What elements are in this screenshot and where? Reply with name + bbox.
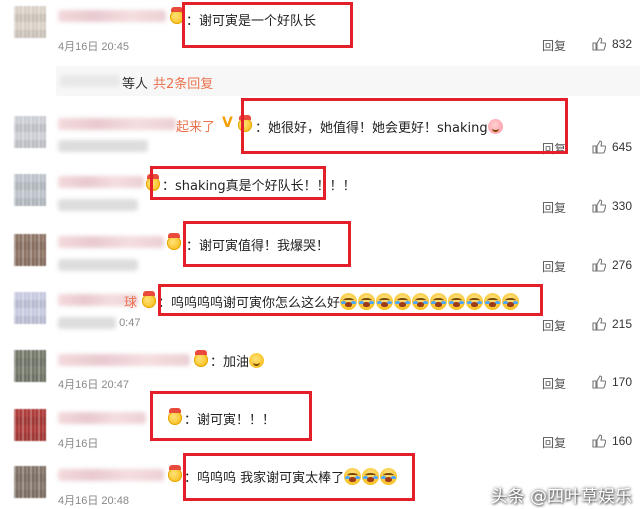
smile-emoji-icon [249, 353, 265, 368]
comment-text: ：加油 [210, 351, 265, 370]
vip-badge-icon [194, 350, 208, 367]
like-count: 645 [612, 140, 633, 154]
like-count: 215 [612, 317, 633, 331]
avatar[interactable] [14, 174, 46, 206]
username[interactable] [58, 10, 166, 22]
sub-reply-link[interactable]: 共2条回复 [153, 73, 213, 92]
highlight-box [182, 2, 353, 48]
username[interactable] [58, 469, 164, 481]
vip-badge-icon [167, 233, 181, 250]
avatar[interactable] [14, 116, 46, 148]
timestamp: 4月16日 20:45 [58, 41, 129, 53]
highlight-box [158, 284, 543, 316]
avatar[interactable] [14, 292, 46, 324]
avatar[interactable] [14, 350, 46, 382]
like-count: 832 [612, 37, 633, 51]
thumbs-up-icon[interactable] [592, 37, 606, 51]
avatar[interactable] [14, 234, 46, 266]
username[interactable] [58, 412, 146, 424]
timestamp: 4月16日 20:48 [58, 495, 129, 507]
sub-replies-bar[interactable]: 等人 共2条回复 [56, 66, 640, 96]
like-count: 170 [612, 375, 633, 389]
username[interactable] [58, 236, 164, 248]
timestamp [58, 259, 138, 274]
like-count: 330 [612, 199, 633, 213]
comment-row: ：加油 4月16日 20:47 回复 170 [0, 344, 640, 400]
thumbs-up-icon[interactable] [592, 258, 606, 272]
sub-reply-users [60, 75, 120, 87]
vip-badge-icon [142, 291, 156, 308]
sub-reply-prefix: 等人 [122, 77, 149, 92]
avatar[interactable] [14, 466, 46, 498]
thumbs-up-icon[interactable] [592, 140, 606, 154]
timestamp [58, 140, 148, 155]
highlight-box [183, 221, 351, 267]
thumbs-up-icon[interactable] [592, 375, 606, 389]
highlight-box [183, 453, 415, 501]
reply-button[interactable]: 回复 [542, 317, 566, 334]
reply-button[interactable]: 回复 [542, 37, 566, 54]
verified-icon: V [222, 115, 233, 131]
username-suffix: 起来了 [176, 120, 216, 135]
username[interactable] [58, 118, 176, 130]
reply-button[interactable]: 回复 [542, 258, 566, 275]
watermark: 头条 @四叶草娱乐 [490, 487, 632, 507]
like-count: 160 [612, 434, 633, 448]
thumbs-up-icon[interactable] [592, 434, 606, 448]
reply-button[interactable]: 回复 [542, 434, 566, 451]
like-count: 276 [612, 258, 633, 272]
username[interactable] [58, 354, 190, 366]
reply-button[interactable]: 回复 [542, 199, 566, 216]
vip-badge-icon [168, 465, 182, 482]
reply-button[interactable]: 回复 [542, 375, 566, 392]
timestamp: 4月16日 20:47 [58, 379, 129, 391]
thumbs-up-icon[interactable] [592, 317, 606, 331]
highlight-box [150, 166, 326, 200]
comment-row: ：谢可寅！！！ 4月16日 回复 160 [0, 403, 640, 459]
highlight-box [241, 98, 568, 154]
avatar[interactable] [14, 409, 46, 441]
avatar[interactable] [14, 6, 46, 38]
timestamp: 0:47 [58, 317, 140, 330]
highlight-box [150, 391, 312, 441]
username-suffix: 球 [124, 296, 138, 311]
username[interactable] [58, 176, 144, 188]
timestamp [58, 199, 138, 214]
timestamp: 4月16日 [58, 438, 99, 450]
thumbs-up-icon[interactable] [592, 199, 606, 213]
